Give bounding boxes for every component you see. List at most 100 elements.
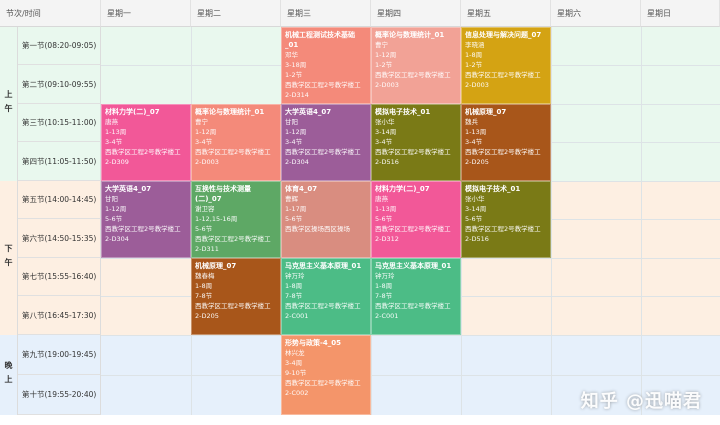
course-room: 西教学区工程2号教学楼工2-D304 (105, 225, 181, 243)
timetable: 节次/时间 星期一 星期二 星期三 星期四 星期五 星期六 星期日 上午 下午 … (0, 0, 720, 425)
day-header-sun: 星期日 (641, 0, 720, 27)
slot-label: 第二节(09:10-09:55) (18, 65, 101, 104)
slot-label: 第七节(15:55-16:40) (18, 258, 101, 296)
course-weeks: 1-8周 (285, 282, 303, 290)
course-sections: 5-6节 (105, 215, 123, 223)
course-teacher: 甘阳 (105, 195, 118, 203)
course-weeks: 3-4周 (285, 359, 303, 367)
course-title: 马克思主义基本原理_01 (285, 262, 362, 270)
course-weeks: 1-13周 (375, 205, 397, 213)
course-teacher: 魏春梅 (195, 272, 215, 280)
course-weeks: 1-12,15-16周 (195, 215, 238, 223)
period-evening: 晚上 (0, 335, 18, 415)
course-weeks: 1-12周 (195, 128, 217, 136)
course-teacher: 甘阳 (285, 118, 298, 126)
course-card[interactable]: 材料力学(二)_07 唐燕 1-13周 5-6节 西教学区工程2号教学楼工2-D… (371, 181, 461, 258)
course-room: 西教学区工程2号教学楼工2-C002 (285, 379, 361, 397)
course-weeks: 1-17周 (285, 205, 307, 213)
course-weeks: 1-8周 (375, 282, 393, 290)
course-teacher: 钟万玲 (375, 272, 395, 280)
course-sections: 5-6节 (285, 215, 303, 223)
course-title: 体育4_07 (285, 185, 318, 193)
slot-label: 第九节(19:00-19:45) (18, 335, 101, 375)
course-title: 机械工程测试技术基础_01 (285, 31, 355, 49)
course-room: 西教学区工程2号教学楼工2-D205 (195, 302, 271, 320)
course-teacher: 唐燕 (375, 195, 388, 203)
slot-label: 第五节(14:00-14:45) (18, 181, 101, 219)
course-card[interactable]: 互换性与技术测量(二)_07 谢卫容 1-12,15-16周 5-6节 西教学区… (191, 181, 281, 258)
course-title: 大学英语4_07 (105, 185, 152, 193)
day-header-sat: 星期六 (551, 0, 641, 27)
course-teacher: 唐燕 (105, 118, 118, 126)
course-card[interactable]: 大学英语4_07 甘阳 1-12周 3-4节 西教学区工程2号教学楼工2-D30… (281, 104, 371, 181)
course-weeks: 1-12周 (285, 128, 307, 136)
slot-label: 第六节(14:50-15:35) (18, 219, 101, 258)
slot-label: 第四节(11:05-11:50) (18, 142, 101, 181)
course-weeks: 3-14周 (375, 128, 397, 136)
course-room: 西教学区工程2号教学楼工2-D312 (375, 225, 451, 243)
course-weeks: 3-18周 (285, 61, 307, 69)
course-teacher: 邓华 (285, 51, 298, 59)
course-card[interactable]: 材料力学(二)_07 唐燕 1-13周 3-4节 西教学区工程2号教学楼工2-D… (101, 104, 191, 181)
course-card[interactable]: 概率论与数理统计_01 曹宁 1-12周 3-4节 西教学区工程2号教学楼工2-… (191, 104, 281, 181)
course-card[interactable]: 马克思主义基本原理_01 钟万玲 1-8周 7-8节 西教学区工程2号教学楼工2… (371, 258, 461, 335)
header-corner: 节次/时间 (0, 0, 101, 27)
course-title: 马克思主义基本原理_01 (375, 262, 452, 270)
course-sections: 3-4节 (195, 138, 213, 146)
course-room: 西教学区工程2号教学楼工2-D516 (465, 225, 541, 243)
course-sections: 1-2节 (285, 71, 303, 79)
course-title: 材料力学(二)_07 (105, 108, 160, 116)
course-room: 西教学区工程2号教学楼工2-C001 (285, 302, 361, 320)
course-room: 西教学区工程2号教学楼工2-D003 (195, 148, 271, 166)
course-card[interactable]: 信息处理与解决问题_07 李晓涵 1-8周 1-2节 西教学区工程2号教学楼工2… (461, 27, 551, 104)
course-title: 材料力学(二)_07 (375, 185, 430, 193)
course-teacher: 魏兵 (465, 118, 478, 126)
course-card[interactable]: 模拟电子技术_01 张小华 3-14周 5-6节 西教学区工程2号教学楼工2-D… (461, 181, 551, 258)
day-header-wed: 星期三 (281, 0, 371, 27)
course-title: 互换性与技术测量(二)_07 (195, 185, 251, 203)
grid-line (641, 27, 642, 415)
course-room: 西教学区工程2号教学楼工2-C001 (375, 302, 451, 320)
day-header-tue: 星期二 (191, 0, 281, 27)
course-card[interactable]: 机械原理_07 魏兵 1-13周 3-4节 西教学区工程2号教学楼工2-D205 (461, 104, 551, 181)
course-room: 西教学区工程2号教学楼工2-D003 (375, 71, 451, 89)
grid-line (101, 375, 720, 376)
day-header-mon: 星期一 (101, 0, 191, 27)
course-room: 西教学区工程2号教学楼工2-D304 (285, 148, 361, 166)
course-room: 西教学区操场西区操场 (285, 225, 350, 233)
course-title: 概率论与数理统计_01 (375, 31, 445, 39)
course-room: 西教学区工程2号教学楼工2-D309 (105, 148, 181, 166)
course-title: 机械原理_07 (195, 262, 237, 270)
course-teacher: 李晓涵 (465, 41, 485, 49)
slot-label: 第八节(16:45-17:30) (18, 296, 101, 335)
course-card[interactable]: 模拟电子技术_01 张小华 3-14周 3-4节 西教学区工程2号教学楼工2-D… (371, 104, 461, 181)
course-sections: 5-6节 (195, 225, 213, 233)
grid-line (551, 27, 552, 415)
slot-label: 第一节(08:20-09:05) (18, 27, 101, 65)
course-teacher: 曹宁 (375, 41, 388, 49)
day-header-thu: 星期四 (371, 0, 461, 27)
course-card[interactable]: 概率论与数理统计_01 曹宁 1-12周 1-2节 西教学区工程2号教学楼工2-… (371, 27, 461, 104)
course-card[interactable]: 大学英语4_07 甘阳 1-12周 5-6节 西教学区工程2号教学楼工2-D30… (101, 181, 191, 258)
slot-label: 第十节(19:55-20:40) (18, 375, 101, 415)
course-card[interactable]: 形势与政策-4_05 林兴龙 3-4周 9-10节 西教学区工程2号教学楼工2-… (281, 335, 371, 415)
course-card[interactable]: 机械原理_07 魏春梅 1-8周 7-8节 西教学区工程2号教学楼工2-D205 (191, 258, 281, 335)
course-room: 西教学区工程2号教学楼工2-D314 (285, 81, 361, 99)
course-weeks: 1-13周 (105, 128, 127, 136)
course-sections: 1-2节 (465, 61, 483, 69)
course-weeks: 1-12周 (375, 51, 397, 59)
course-teacher: 曹宁 (195, 118, 208, 126)
grid-line (101, 335, 720, 336)
course-card[interactable]: 体育4_07 曹辉 1-17周 5-6节 西教学区操场西区操场 (281, 181, 371, 258)
course-teacher: 谢卫容 (195, 205, 215, 213)
course-card[interactable]: 马克思主义基本原理_01 钟万玲 1-8周 7-8节 西教学区工程2号教学楼工2… (281, 258, 371, 335)
course-card[interactable]: 机械工程测试技术基础_01 邓华 3-18周 1-2节 西教学区工程2号教学楼工… (281, 27, 371, 104)
course-sections: 3-4节 (285, 138, 303, 146)
watermark: 知乎 @迅喵君 (580, 391, 702, 412)
course-title: 概率论与数理统计_01 (195, 108, 265, 116)
course-title: 形势与政策-4_05 (285, 339, 342, 347)
course-sections: 5-6节 (465, 215, 483, 223)
course-teacher: 钟万玲 (285, 272, 305, 280)
course-sections: 5-6节 (375, 215, 393, 223)
course-weeks: 1-8周 (465, 51, 483, 59)
